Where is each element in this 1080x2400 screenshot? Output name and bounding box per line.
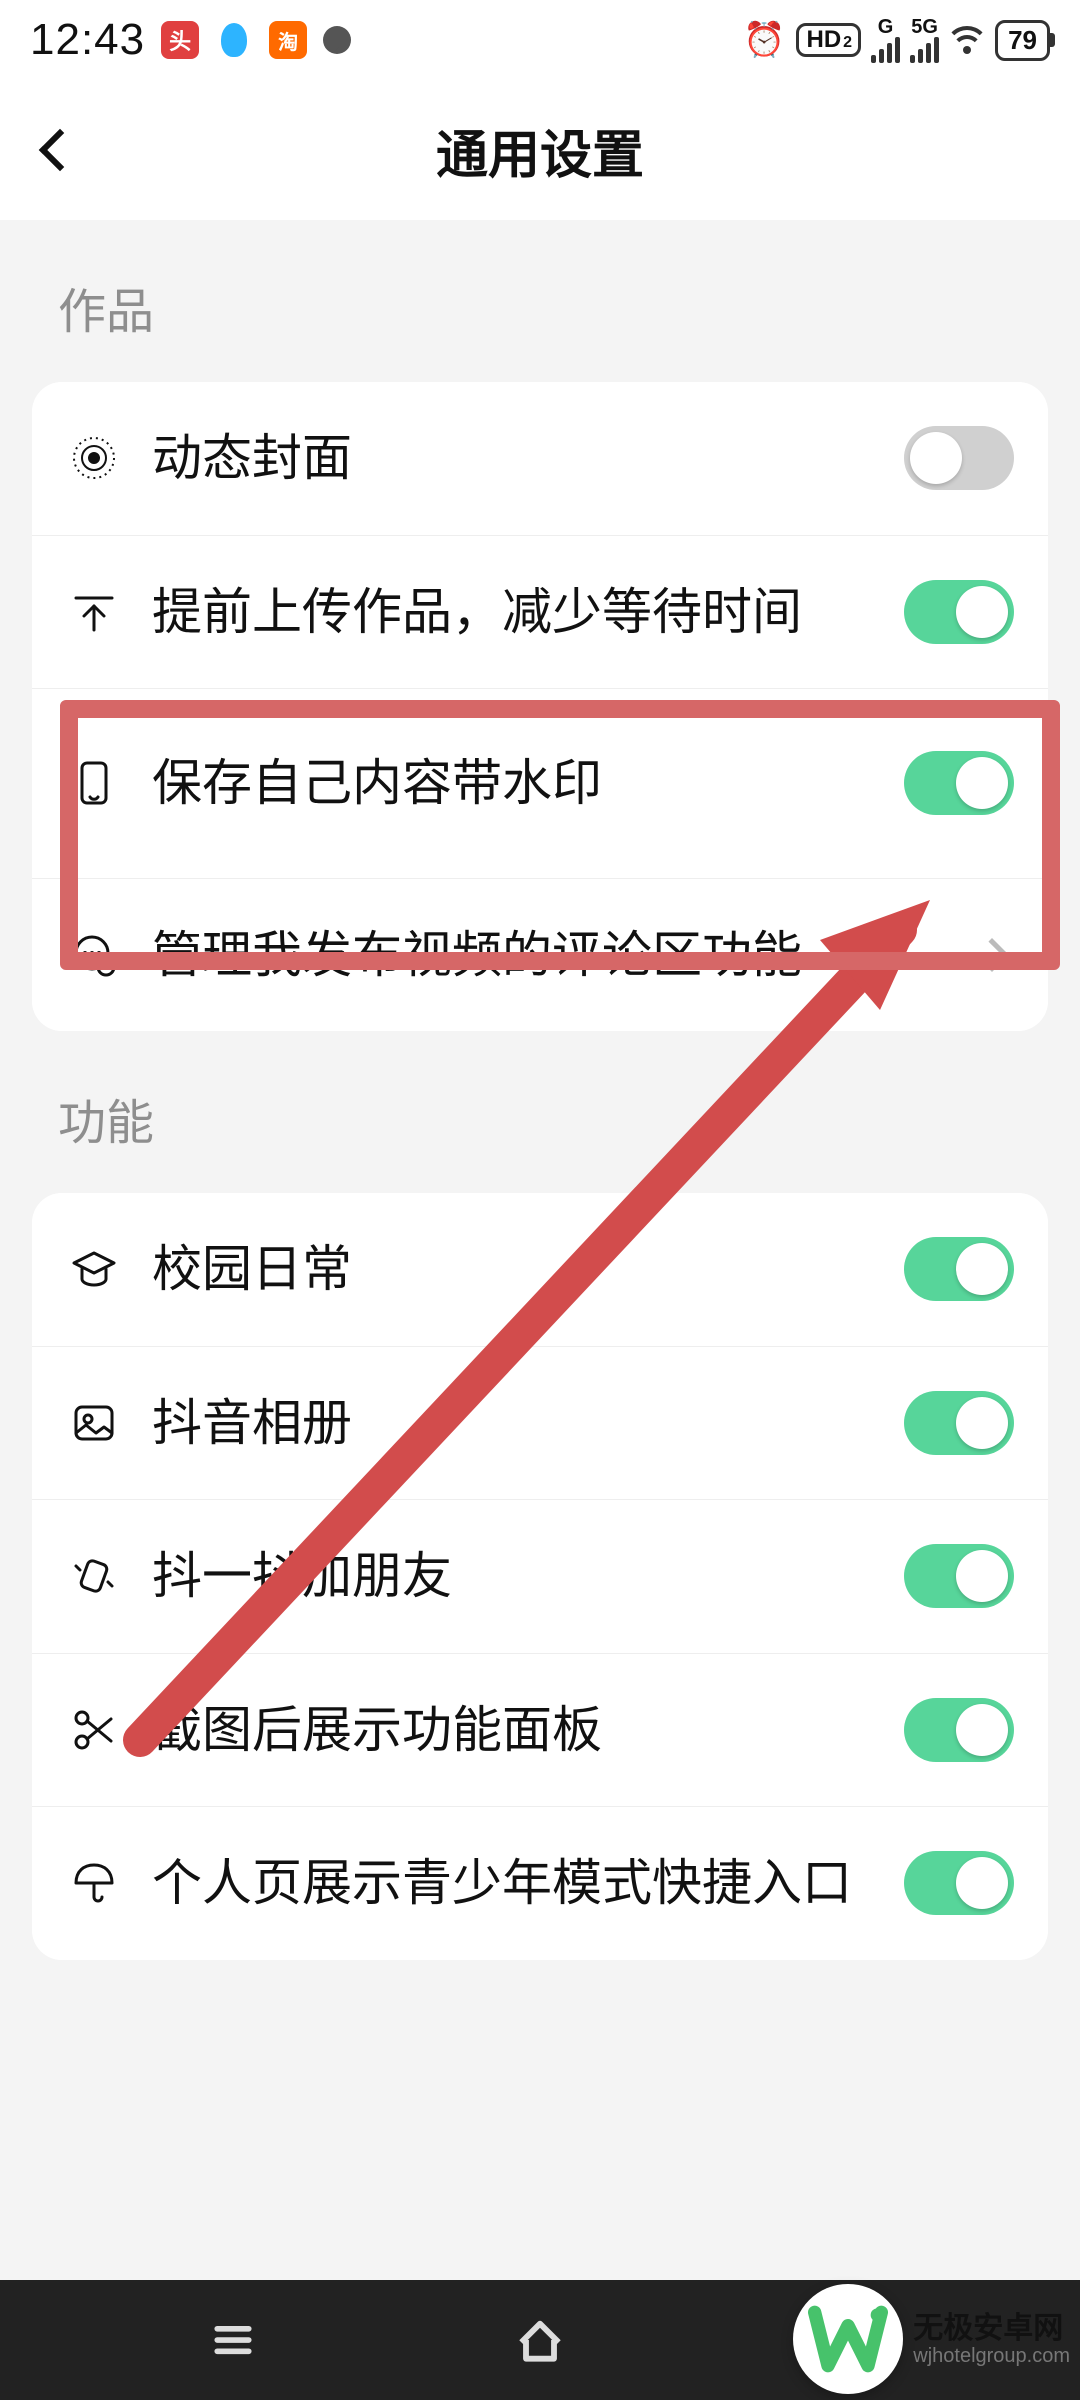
back-button[interactable] (20, 110, 100, 190)
row-label: 保存自己内容带水印 (152, 747, 874, 820)
notification-app-icon-toutiao: 头 (161, 21, 199, 59)
toggle-shake[interactable] (904, 1544, 1014, 1608)
status-left: 12:43 头 淘 (30, 15, 351, 65)
toggle-preupload[interactable] (904, 580, 1014, 644)
notification-app-icon-qq (215, 21, 253, 59)
battery-percent: 79 (1008, 25, 1037, 55)
row-shake[interactable]: 抖一抖加朋友 (32, 1499, 1048, 1653)
page-watermark: 无极安卓网 wjhotelgroup.com (793, 2284, 1070, 2394)
row-label: 抖一抖加朋友 (152, 1540, 874, 1613)
row-album[interactable]: 抖音相册 (32, 1346, 1048, 1500)
row-label: 提前上传作品，减少等待时间 (152, 576, 874, 649)
phone-icon (66, 759, 122, 807)
row-label: 动态封面 (152, 422, 874, 495)
status-bar: 12:43 头 淘 ⏰ HD2 G 5G 79 (0, 0, 1080, 80)
wifi-icon (949, 26, 985, 54)
chevron-right-icon (975, 938, 1009, 972)
row-dynamic-cover[interactable]: 动态封面 (32, 382, 1048, 535)
target-icon (66, 434, 122, 482)
row-teen-mode-shortcut[interactable]: 个人页展示青少年模式快捷入口 (32, 1806, 1048, 1960)
signal-bars-icon (910, 37, 939, 63)
watermark-cn: 无极安卓网 (913, 2312, 1070, 2345)
row-label: 截图后展示功能面板 (152, 1694, 874, 1767)
row-preupload[interactable]: 提前上传作品，减少等待时间 (32, 535, 1048, 689)
battery-indicator: 79 (995, 20, 1050, 61)
row-label: 抖音相册 (152, 1387, 874, 1460)
notification-message-icon (323, 26, 351, 54)
chevron-left-icon (39, 129, 81, 171)
section-title-works: 作品 (0, 220, 1080, 382)
status-right: ⏰ HD2 G 5G 79 (743, 17, 1050, 63)
graduation-icon (66, 1245, 122, 1293)
page-title: 通用设置 (436, 113, 644, 188)
status-time: 12:43 (30, 15, 145, 65)
row-label: 个人页展示青少年模式快捷入口 (152, 1847, 874, 1920)
section-title-features: 功能 (0, 1031, 1080, 1193)
signal-1-label: G (878, 17, 894, 37)
toggle-album[interactable] (904, 1391, 1014, 1455)
card-features: 校园日常 抖音相册 抖一抖加朋友 (32, 1193, 1048, 1960)
row-screenshot-panel[interactable]: 截图后展示功能面板 (32, 1653, 1048, 1807)
toggle-save-watermark[interactable] (904, 751, 1014, 815)
row-manage-comments[interactable]: 管理我发布视频的评论区功能 (32, 878, 1048, 1032)
toggle-screenshot-panel[interactable] (904, 1698, 1014, 1762)
image-icon (66, 1399, 122, 1447)
umbrella-icon (66, 1859, 122, 1907)
signal-1: G (871, 17, 900, 63)
alarm-icon: ⏰ (743, 20, 785, 60)
upload-icon (66, 588, 122, 636)
hd-badge-sub: 2 (843, 34, 852, 52)
watermark-en: wjhotelgroup.com (913, 2345, 1070, 2367)
app-header: 通用设置 (0, 80, 1080, 220)
scissors-icon (66, 1706, 122, 1754)
notification-app-icon-taobao: 淘 (269, 21, 307, 59)
row-label: 管理我发布视频的评论区功能 (152, 919, 950, 992)
hd-badge-text: HD (807, 26, 842, 54)
signal-bars-icon (871, 37, 900, 63)
toggle-campus[interactable] (904, 1237, 1014, 1301)
card-works: 动态封面 提前上传作品，减少等待时间 保存自己内容带水印 (32, 382, 1048, 1031)
signal-2: 5G (910, 17, 939, 63)
toggle-teen-mode-shortcut[interactable] (904, 1851, 1014, 1915)
row-campus[interactable]: 校园日常 (32, 1193, 1048, 1346)
watermark-text: 无极安卓网 wjhotelgroup.com (913, 2312, 1070, 2367)
row-label: 校园日常 (152, 1233, 874, 1306)
shake-icon (66, 1552, 122, 1600)
hd-badge: HD2 (796, 23, 862, 57)
toggle-dynamic-cover[interactable] (904, 426, 1014, 490)
nav-home-button[interactable] (505, 2305, 575, 2375)
row-save-watermark[interactable]: 保存自己内容带水印 (32, 688, 1048, 878)
nav-recent-button[interactable] (198, 2305, 268, 2375)
watermark-logo-icon (793, 2284, 903, 2394)
comment-icon (66, 931, 122, 979)
signal-2-label: 5G (911, 17, 938, 37)
